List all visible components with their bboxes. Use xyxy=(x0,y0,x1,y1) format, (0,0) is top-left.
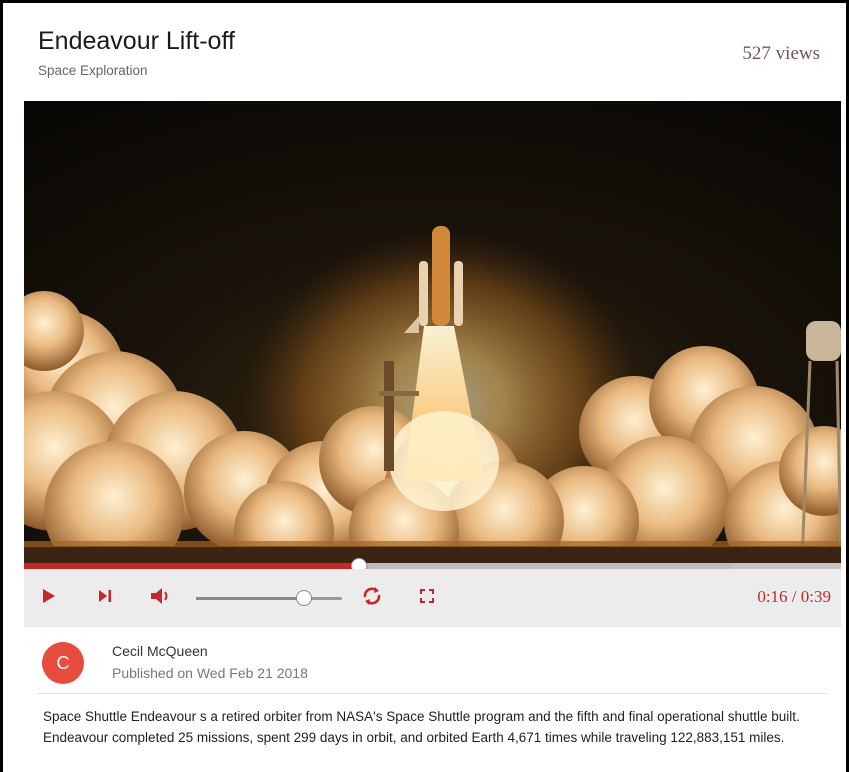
play-button[interactable] xyxy=(36,583,62,609)
fullscreen-icon xyxy=(420,589,434,603)
video-frame[interactable] xyxy=(24,101,841,563)
video-description: Space Shuttle Endeavour s a retired orbi… xyxy=(43,709,800,745)
volume-slider[interactable] xyxy=(196,590,342,606)
volume-icon xyxy=(151,588,168,604)
author-name[interactable]: Cecil McQueen xyxy=(112,643,208,659)
launch-scene-image xyxy=(24,101,841,563)
view-count: 527 views xyxy=(742,43,820,64)
loop-icon xyxy=(363,587,381,605)
loop-button[interactable] xyxy=(358,583,386,609)
video-card: Endeavour Lift-off Space Exploration 527… xyxy=(0,0,849,772)
time-display: 0:16 / 0:39 xyxy=(757,587,831,606)
video-title: Endeavour Lift-off xyxy=(38,27,235,55)
video-header: Endeavour Lift-off Space Exploration 527… xyxy=(3,3,846,103)
divider xyxy=(37,693,827,694)
volume-level xyxy=(196,597,305,600)
publish-date: Published on Wed Feb 21 2018 xyxy=(112,665,308,681)
video-category[interactable]: Space Exploration xyxy=(38,63,148,78)
video-player: 0:16 / 0:39 xyxy=(24,101,841,629)
volume-button[interactable] xyxy=(146,583,176,609)
play-icon xyxy=(43,589,55,603)
fullscreen-button[interactable] xyxy=(414,583,440,609)
volume-slider-handle[interactable] xyxy=(296,590,313,606)
author-section: C Cecil McQueen Published on Wed Feb 21 … xyxy=(24,629,841,693)
skip-next-button[interactable] xyxy=(92,583,118,609)
avatar[interactable]: C xyxy=(42,642,84,684)
player-controls: 0:16 / 0:39 xyxy=(24,569,841,627)
skip-next-icon xyxy=(99,590,111,602)
